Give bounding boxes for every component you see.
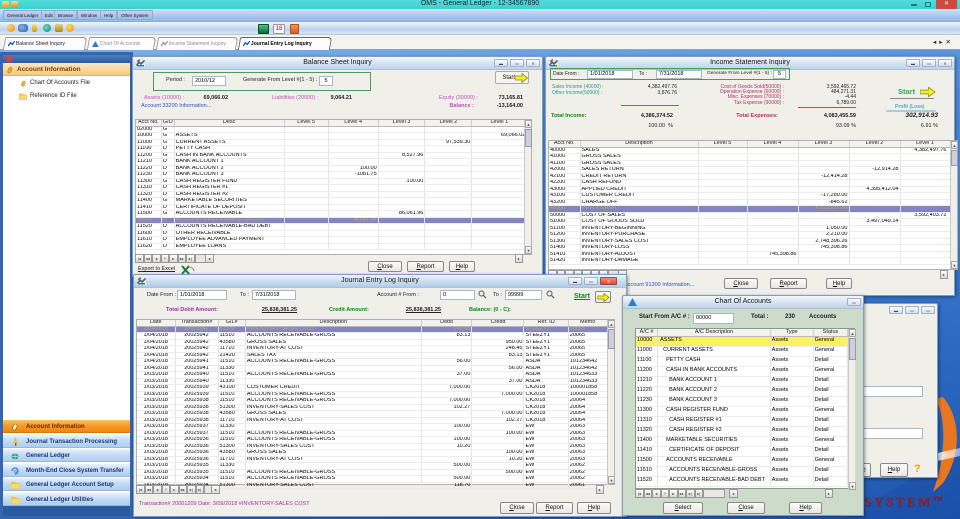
svg-text:31: 31: [14, 468, 19, 473]
